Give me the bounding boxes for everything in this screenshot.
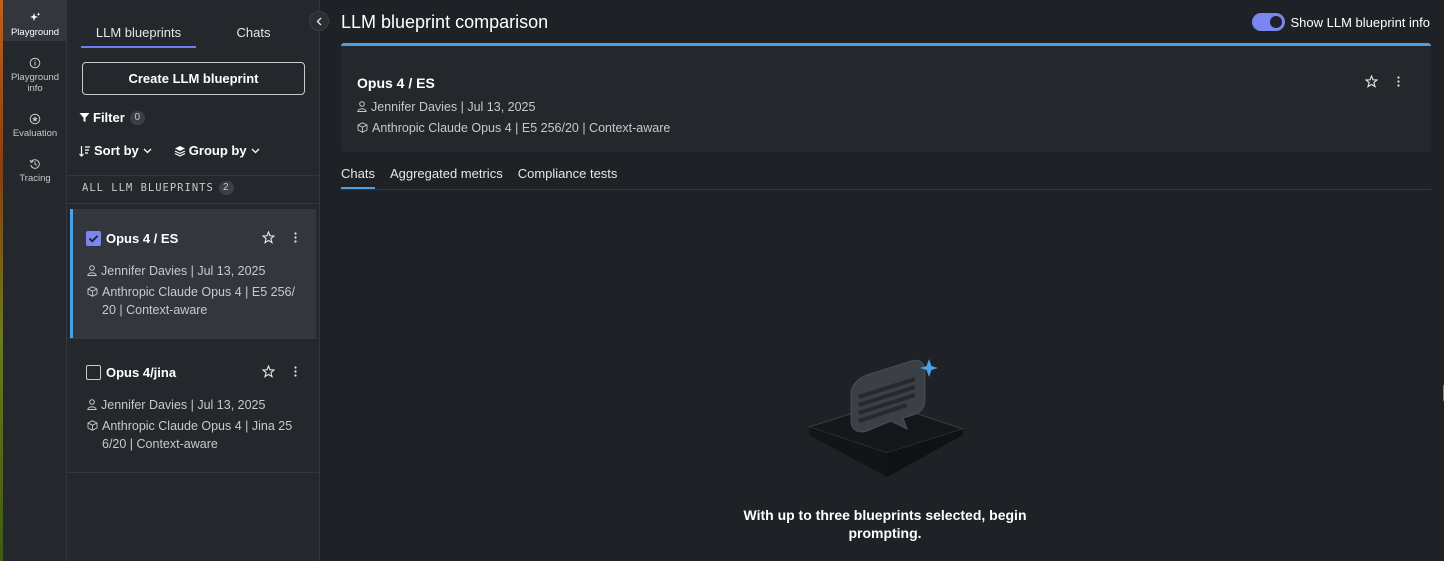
blueprint-info-author-date: Jennifer Davies | Jul 13, 2025 xyxy=(371,100,536,114)
filter-label: Filter xyxy=(93,110,125,125)
rail-item-playground[interactable]: Playground xyxy=(3,0,67,41)
blueprint-model-line2: 6/20 | Context-aware xyxy=(102,437,218,451)
blueprint-model-line2: 20 | Context-aware xyxy=(102,303,208,317)
blueprint-info-actions xyxy=(1365,75,1405,88)
divider xyxy=(67,472,320,473)
icon-rail: Playground Playground info Evaluation Tr… xyxy=(3,0,67,561)
more-vertical-icon[interactable] xyxy=(1392,75,1405,88)
group-by-label: Group by xyxy=(188,143,247,158)
blueprint-info-card: Opus 4 / ES Jennifer Davies | Jul 13, 20… xyxy=(341,43,1431,152)
empty-chat-illustration xyxy=(807,359,965,477)
blueprint-title: Opus 4/jina xyxy=(106,365,177,380)
blueprint-title: Opus 4 / ES xyxy=(106,231,179,246)
user-icon xyxy=(87,399,97,410)
toggle-switch[interactable] xyxy=(1251,13,1285,31)
empty-state-line2: prompting. xyxy=(848,525,922,541)
star-icon[interactable] xyxy=(1365,75,1378,88)
cube-icon xyxy=(357,122,368,133)
empty-state-message: With up to three blueprints selected, be… xyxy=(712,506,1058,542)
evaluation-icon xyxy=(29,113,41,125)
chevron-down-icon xyxy=(143,148,152,154)
chevron-down-icon xyxy=(251,148,260,154)
blueprint-model-row: Anthropic Claude Opus 4 | Jina 25 6/20 |… xyxy=(87,417,292,453)
rail-item-label: Evaluation xyxy=(12,128,58,139)
blueprints-panel: LLM blueprints Chats Create LLM blueprin… xyxy=(67,0,320,561)
blueprint-card[interactable]: Opus 4 / ES Jennifer Davies | Jul 13, 20… xyxy=(70,209,316,338)
create-llm-blueprint-button[interactable]: Create LLM blueprint xyxy=(82,62,305,95)
toggle-label: Show LLM blueprint info xyxy=(1290,14,1430,30)
user-icon xyxy=(87,265,97,276)
main-content: LLM blueprint comparison Show LLM bluepr… xyxy=(321,0,1444,561)
checkmark-icon xyxy=(88,235,99,243)
tab-llm-blueprints[interactable]: LLM blueprints xyxy=(81,16,196,48)
blueprint-checkbox[interactable] xyxy=(86,231,101,246)
blueprint-info-model: Anthropic Claude Opus 4 | E5 256/20 | Co… xyxy=(372,121,671,135)
star-icon[interactable] xyxy=(262,231,275,244)
card-actions xyxy=(262,365,302,378)
sparkle-icon xyxy=(30,12,41,21)
group-by-dropdown[interactable]: Group by xyxy=(174,143,264,158)
blueprint-info-title: Opus 4 / ES xyxy=(357,75,435,91)
tab-aggregated-metrics[interactable]: Aggregated metrics xyxy=(390,166,503,189)
more-vertical-icon[interactable] xyxy=(289,231,302,244)
user-icon xyxy=(357,101,367,112)
sort-by-dropdown[interactable]: Sort by xyxy=(79,143,156,158)
rail-item-label: Tracing xyxy=(19,173,51,184)
rail-item-playground-info[interactable]: Playground info xyxy=(3,57,67,94)
blueprint-model-line1: Anthropic Claude Opus 4 | Jina 25 xyxy=(102,419,293,433)
layers-icon xyxy=(174,145,186,157)
star-icon[interactable] xyxy=(262,365,275,378)
rail-item-label: Playground xyxy=(10,27,60,38)
divider xyxy=(67,203,320,204)
filter-count-badge: 0 xyxy=(129,110,145,125)
info-icon xyxy=(29,57,41,69)
cube-icon xyxy=(87,420,98,431)
comparison-tabs: Chats Aggregated metrics Compliance test… xyxy=(341,166,1431,190)
empty-state-line1: With up to three blueprints selected, be… xyxy=(743,507,1027,523)
section-count-badge: 2 xyxy=(218,181,234,195)
blueprint-model-row: Anthropic Claude Opus 4 | E5 256/ 20 | C… xyxy=(87,283,295,319)
rail-item-tracing[interactable]: Tracing xyxy=(3,158,67,184)
chevron-left-icon xyxy=(316,17,321,25)
divider xyxy=(67,175,320,176)
show-blueprint-info-toggle[interactable]: Show LLM blueprint info xyxy=(1251,13,1430,31)
tab-chats[interactable]: Chats xyxy=(196,16,311,48)
sort-group-row: Sort by Group by xyxy=(79,143,282,158)
blueprint-checkbox[interactable] xyxy=(86,365,101,380)
card-actions xyxy=(262,231,302,244)
tab-chats[interactable]: Chats xyxy=(341,166,375,189)
section-heading-label: ALL LLM BLUEPRINTS xyxy=(82,182,214,194)
blueprint-info-model-row: Anthropic Claude Opus 4 | E5 256/20 | Co… xyxy=(357,119,670,137)
filter-button[interactable]: Filter 0 xyxy=(79,110,145,125)
rail-item-evaluation[interactable]: Evaluation xyxy=(3,113,67,139)
rail-item-label: Playground info xyxy=(10,72,60,94)
history-icon xyxy=(29,159,40,169)
panel-tabs: LLM blueprints Chats xyxy=(81,16,311,48)
tab-compliance-tests[interactable]: Compliance tests xyxy=(518,166,618,189)
sort-by-label: Sort by xyxy=(94,143,139,158)
section-heading: ALL LLM BLUEPRINTS 2 xyxy=(82,181,234,195)
cube-icon xyxy=(87,286,98,297)
page-title: LLM blueprint comparison xyxy=(341,12,549,32)
filter-icon xyxy=(79,113,90,122)
blueprint-model-line1: Anthropic Claude Opus 4 | E5 256/ xyxy=(102,285,295,299)
blueprint-card[interactable]: Opus 4/jina Jennifer Davies | Jul 13, 20… xyxy=(73,343,319,472)
sort-icon xyxy=(79,145,90,157)
blueprint-info-author-row: Jennifer Davies | Jul 13, 2025 xyxy=(357,98,535,116)
blueprint-author-date: Jennifer Davies | Jul 13, 2025 xyxy=(101,398,266,412)
blueprint-author-date: Jennifer Davies | Jul 13, 2025 xyxy=(101,264,266,278)
blueprint-author-row: Jennifer Davies | Jul 13, 2025 xyxy=(87,262,265,280)
divider xyxy=(67,338,320,339)
blueprint-author-row: Jennifer Davies | Jul 13, 2025 xyxy=(87,396,265,414)
collapse-panel-button[interactable] xyxy=(309,11,329,31)
more-vertical-icon[interactable] xyxy=(289,365,302,378)
